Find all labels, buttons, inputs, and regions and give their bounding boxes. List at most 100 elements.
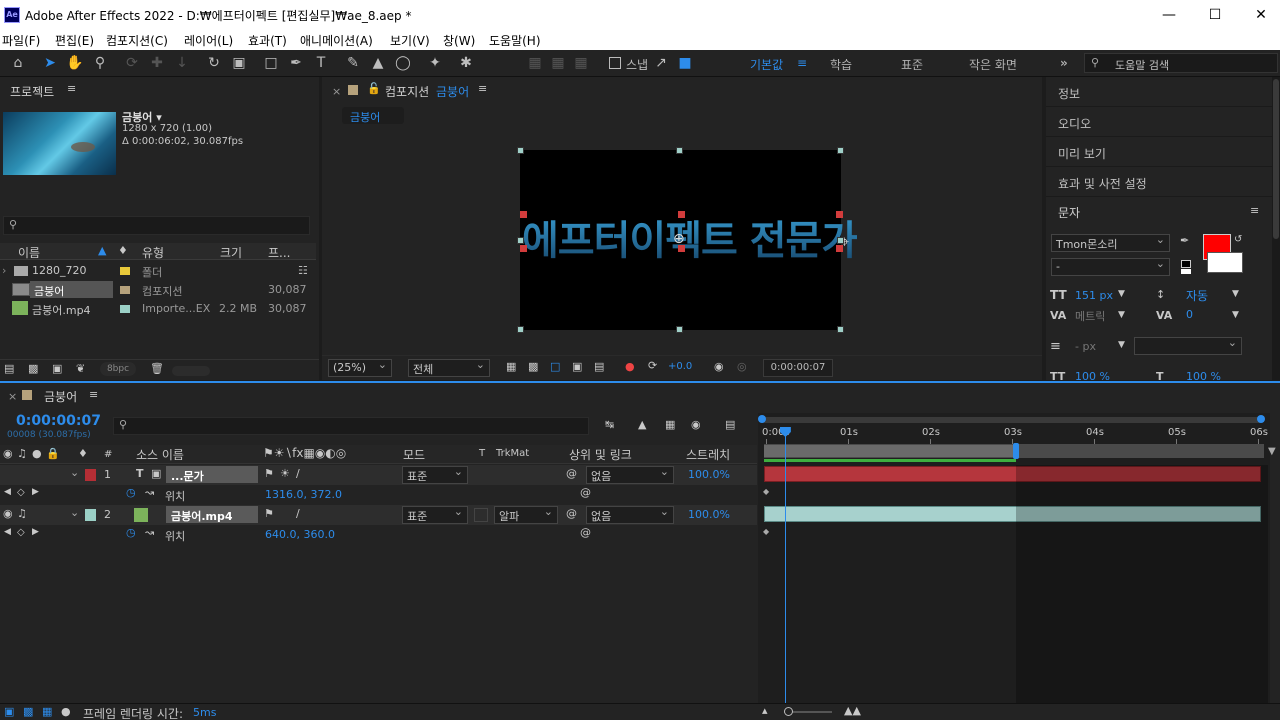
text-bounds-handle[interactable] <box>836 245 843 252</box>
home-icon[interactable]: ⌂ <box>8 54 28 72</box>
menu-composition[interactable]: 컴포지션(C) <box>106 32 168 49</box>
new-folder-icon[interactable]: ▩ <box>28 362 38 375</box>
motion-blur-icon[interactable]: ◉ <box>691 418 701 431</box>
align-icon[interactable]: ▦ <box>525 54 545 72</box>
breadcrumb[interactable]: 금붕어 <box>342 107 404 124</box>
col-number[interactable]: # <box>104 449 112 460</box>
fast-previews-icon[interactable]: ▦ <box>506 360 516 373</box>
stopwatch-icon[interactable]: ◷ <box>126 526 136 539</box>
show-snapshot-icon[interactable]: ◎ <box>737 360 747 373</box>
navigator-start-handle[interactable] <box>758 415 766 423</box>
minimize-icon[interactable]: — <box>1146 0 1192 30</box>
stopwatch-icon[interactable]: ◷ <box>126 486 136 499</box>
label-column-icon[interactable]: ♦ <box>118 244 128 257</box>
layer-row[interactable]: ⌄ 1 T ▣ ...문가 ⚑ ☀ ∕ 표준 @ 없음 100.0% <box>0 465 757 485</box>
graph-icon[interactable]: ↝ <box>145 486 154 499</box>
visibility-eye-icon[interactable]: ◉ <box>3 507 13 520</box>
hand-tool-icon[interactable]: ✋ <box>65 54 85 72</box>
transform-handle[interactable] <box>676 147 683 154</box>
col-trkmat[interactable]: TrkMat <box>496 448 529 459</box>
tracking-value[interactable]: 0 <box>1186 308 1193 321</box>
menu-layer[interactable]: 레이어(L) <box>184 32 233 49</box>
in-out-icon[interactable]: ▦ <box>42 705 52 718</box>
project-item-row[interactable]: 금붕어 컴포지션 30,087 <box>0 280 316 299</box>
audio-panel-tab[interactable]: 오디오 <box>1046 107 1272 137</box>
zoom-dropdown[interactable]: (25%) <box>328 358 392 377</box>
dolly-tool-icon[interactable]: ↓ <box>172 54 192 72</box>
col-parent-link[interactable]: 상위 및 링크 <box>569 446 632 463</box>
selection-tool-icon[interactable]: ➤ <box>40 54 60 72</box>
mask-visibility-icon[interactable]: □ <box>550 360 560 373</box>
white-swatch[interactable] <box>1181 269 1191 274</box>
effects-presets-panel-tab[interactable]: 효과 및 사전 설정 <box>1046 167 1272 197</box>
work-area-bar[interactable] <box>764 445 1017 457</box>
font-size-value[interactable]: 151 px <box>1075 289 1113 302</box>
current-time-indicator[interactable] <box>779 427 791 703</box>
reset-exposure-icon[interactable]: ⟳ <box>648 359 657 372</box>
resolution-dropdown[interactable]: 전체 <box>408 358 490 377</box>
position-value[interactable]: 1316.0, 372.0 <box>265 488 342 501</box>
audio-icon[interactable]: ♫ <box>17 507 27 520</box>
transform-handle[interactable] <box>837 147 844 154</box>
layer-row[interactable]: ◉ ♫ ⌄ 2 금붕어.mp4 ⚑ ∕ 표준 알파 @ 없음 100.0% <box>0 505 757 525</box>
col-source-name[interactable]: 소스 이름 <box>136 446 184 463</box>
leading-value[interactable]: 자동 <box>1186 287 1208 304</box>
bit-depth-button[interactable]: 8bpc <box>100 362 136 376</box>
add-keyframe-icon[interactable]: ◇ <box>17 527 25 538</box>
grid-guides-icon[interactable]: ▤ <box>594 360 604 373</box>
navigator-end-handle[interactable] <box>1257 415 1265 423</box>
next-keyframe-icon[interactable]: ▶ <box>32 527 39 537</box>
anchor-tool-icon[interactable]: ▣ <box>229 54 249 72</box>
workspace-small-screen[interactable]: 작은 화면 <box>969 56 1017 73</box>
rotation-tool-icon[interactable]: ↻ <box>204 54 224 72</box>
tracking-dropdown-icon[interactable]: ▼ <box>1232 310 1239 320</box>
work-area-end-handle[interactable] <box>1013 443 1020 459</box>
right-panel-scrollbar[interactable] <box>1272 77 1280 380</box>
col-mode[interactable]: 모드 <box>403 446 425 463</box>
render-time-icon[interactable]: ● <box>61 705 71 718</box>
blend-mode-dropdown[interactable]: 표준 <box>402 465 468 484</box>
workspace-learn[interactable]: 학습 <box>830 56 852 73</box>
composition-canvas[interactable]: 에프터이펙트 전문가 ⊕ ⌖ <box>520 150 858 330</box>
transform-handle[interactable] <box>517 326 524 333</box>
text-bounds-handle[interactable] <box>836 211 843 218</box>
comp-mini-flowchart-icon[interactable]: ↹ <box>605 418 614 431</box>
parent-pickwhip-icon[interactable]: @ <box>566 507 577 520</box>
stroke-color-swatch[interactable] <box>1207 252 1243 273</box>
col-stretch[interactable]: 스트레치 <box>686 446 730 463</box>
text-bounds-handle[interactable] <box>520 245 527 252</box>
preview-panel-tab[interactable]: 미리 보기 <box>1046 137 1272 167</box>
clone-stamp-tool-icon[interactable]: ▲ <box>368 54 388 72</box>
zoom-in-icon[interactable]: ▲▲ <box>844 704 861 717</box>
col-type[interactable]: 유형 <box>142 244 164 261</box>
timeline-tab-title[interactable]: 금붕어 <box>44 388 77 405</box>
menu-edit[interactable]: 편집(E) <box>55 32 94 49</box>
col-name[interactable]: 이름 <box>18 244 40 261</box>
menu-view[interactable]: 보기(V) <box>390 32 430 49</box>
expand-arrow-icon[interactable]: › <box>2 264 6 277</box>
quality-switch-icon[interactable]: ∕ <box>296 507 300 520</box>
panel-menu-icon[interactable]: ≡ <box>89 388 98 401</box>
comp-marker-icon[interactable]: ▼ <box>1268 446 1276 457</box>
close-icon[interactable]: ✕ <box>1238 0 1280 30</box>
track-matte-dropdown[interactable]: 알파 <box>494 505 558 524</box>
menu-window[interactable]: 창(W) <box>443 32 475 49</box>
eraser-tool-icon[interactable]: ◯ <box>393 54 413 72</box>
help-search-input[interactable]: ⚲ 도움말 검색 <box>1084 53 1278 73</box>
layer-label-color[interactable] <box>85 469 96 481</box>
stretch-value[interactable]: 100.0% <box>688 468 730 481</box>
keyframe-icon[interactable]: ◆ <box>763 527 769 536</box>
workspace-standard[interactable]: 표준 <box>901 56 923 73</box>
transform-handle[interactable] <box>517 147 524 154</box>
info-panel-tab[interactable]: 정보 <box>1046 77 1272 107</box>
pan-tool-icon[interactable]: ✚ <box>147 54 167 72</box>
transfer-controls-icon[interactable]: ▩ <box>23 705 33 718</box>
zoom-tool-icon[interactable]: ⚲ <box>90 54 110 72</box>
layer-label-color[interactable] <box>85 509 96 521</box>
swap-colors-icon[interactable]: ↺ <box>1234 234 1242 245</box>
eyedropper-icon[interactable]: ✒ <box>1180 234 1189 247</box>
timeline-search-input[interactable]: ⚲ <box>113 417 589 435</box>
type-tool-icon[interactable]: T <box>311 54 331 72</box>
parent-dropdown[interactable]: 없음 <box>586 505 674 524</box>
character-panel-title[interactable]: 문자 <box>1058 204 1080 221</box>
